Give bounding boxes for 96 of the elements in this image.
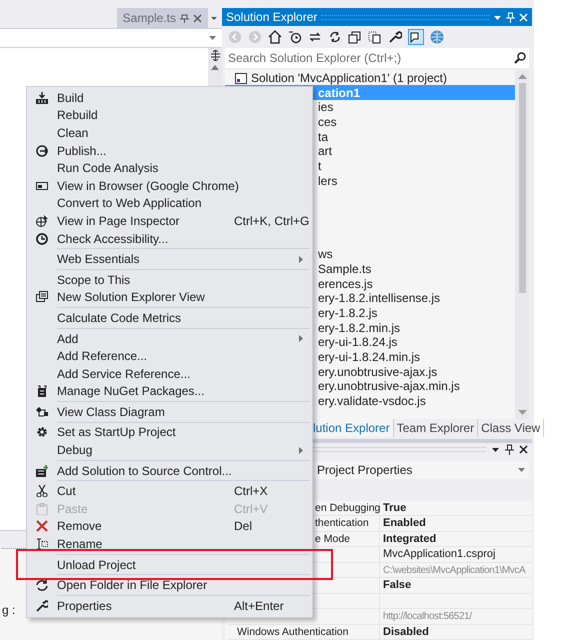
menu-item[interactable]: Calculate Code Metrics [27,309,312,327]
panel-tab[interactable]: Class View [478,418,544,437]
search-field[interactable]: Search Solution Explorer (Ctrl+;) [225,48,529,68]
caret-icon [209,36,216,40]
menu-item[interactable]: Properties Alt+Enter [27,597,312,615]
property-value: MvcApplication1.csproj [383,548,496,560]
panel-title: Solution Explorer [226,9,318,26]
menu-item[interactable]: View in Browser (Google Chrome) [27,176,312,195]
tree-item[interactable]: ery-1.8.2.js [318,306,378,320]
tree-item[interactable]: ery.validate-vsdoc.js [318,394,426,408]
preview-icon[interactable] [408,28,424,45]
tree-item[interactable]: ery-ui-1.8.24.js [318,335,398,350]
menu-item[interactable]: Remove Del [27,518,312,536]
tree-item[interactable]: ces [318,115,337,130]
tree-item[interactable]: Solution 'MvcApplication1' (1 project) [251,71,448,86]
property-name: Windows Authentication [237,626,348,638]
property-value: Integrated [383,532,436,545]
splitter-icon[interactable] [210,50,220,61]
collapse-icon[interactable] [348,30,362,44]
pin-icon [180,14,189,22]
menu-item[interactable]: Debug [27,441,312,459]
tree-scrollbar[interactable] [515,70,529,419]
menu-item[interactable]: Open Folder in File Explorer [27,576,312,594]
remove-x-icon [36,520,48,532]
solution-icon [235,72,247,84]
wrench-icon[interactable] [388,30,402,44]
menu-item[interactable]: Set as StartUp Project [27,424,312,442]
menu-item[interactable]: Clean [27,124,312,142]
menu-item[interactable]: Unload Project [27,556,312,574]
menu-item[interactable]: Add Service Reference... [27,364,312,382]
tree-item[interactable]: ery-1.8.2.min.js [318,320,400,335]
menu-item[interactable]: Scope to This [27,270,312,289]
output-text: g : [2,603,16,617]
sync-arrows-icon[interactable] [308,30,322,44]
property-value: http://localhost:56521/ [383,611,472,622]
windows-icon [36,291,48,304]
property-name: e Mode [315,532,350,545]
menu-item[interactable]: Add Reference... [27,347,312,365]
gear-icon [36,426,48,438]
tree-item[interactable]: ies [318,100,334,114]
tree-item[interactable]: t [318,159,322,174]
refresh-icon[interactable] [328,30,342,44]
browser-window-icon [36,180,48,192]
menu-item[interactable]: Web Essentials [27,250,312,268]
globe-icon[interactable] [430,30,444,44]
class-diagram-icon [36,406,48,418]
menu-item[interactable]: Rebuild [27,106,312,124]
rename-icon [36,538,48,550]
tree-item[interactable]: ery-1.8.2.intellisense.js [318,291,440,306]
build-icon [36,92,48,104]
property-value: C:\websites\MvcApplication1\MvcA [383,564,526,576]
tree-item[interactable]: ery-ui-1.8.24.min.js [318,350,420,364]
tree-item[interactable]: ery.unobtrusive-ajax.min.js [318,379,460,394]
tree-item[interactable]: Sample.ts [318,262,372,276]
property-value: Enabled [383,517,426,530]
clock-icon [36,232,48,245]
history-icon[interactable] [288,30,302,44]
menu-item[interactable]: Rename [27,535,312,553]
dropdown-caret-icon[interactable] [491,445,500,454]
menu-item[interactable]: View in Page Inspector Ctrl+K, Ctrl+G [27,212,312,230]
menu-item[interactable]: Check Accessibility... [27,230,312,248]
menu-item[interactable]: Cut Ctrl+X [27,482,312,500]
clipboard-icon [36,502,48,515]
scroll-up-icon[interactable] [211,65,219,70]
property-value: True [383,502,406,514]
property-value: False [383,579,412,592]
package-icon [36,385,48,398]
menu-item[interactable]: Publish... [27,142,312,160]
wrench-icon [36,600,48,612]
panel-tab[interactable]: Team Explorer [394,418,478,437]
copy-files-icon[interactable] [368,30,382,44]
property-value: Disabled [383,626,429,638]
property-name: thentication [315,517,369,530]
scrollbar-thumb[interactable] [518,82,526,293]
caret-icon [518,468,525,472]
pin-icon[interactable] [505,444,514,456]
menu-item[interactable]: Add [27,330,312,348]
tree-item[interactable]: art [318,144,332,158]
search-icon [514,52,526,64]
home-icon[interactable] [268,30,282,44]
tree-item[interactable]: ery.unobtrusive-ajax.js [318,364,438,379]
menu-item[interactable]: Build [27,89,312,107]
tree-item[interactable]: ws [318,247,333,262]
menu-item[interactable]: New Solution Explorer View [27,288,312,306]
menu-item[interactable]: Convert to Web Application [27,194,312,212]
close-icon[interactable] [519,445,528,454]
tree-item[interactable]: lers [318,174,338,188]
scissors-icon [36,485,48,498]
panel-tab[interactable]: lution Explorer [310,418,394,437]
globe-pointer-icon [36,214,48,227]
menu-item[interactable]: Manage NuGet Packages... [27,382,312,400]
tree-item[interactable]: ta [318,130,328,144]
property-name: en Debugging [315,502,380,514]
tree-item[interactable]: erences.js [318,276,373,291]
menu-item[interactable]: Run Code Analysis [27,159,312,177]
menu-item[interactable]: View Class Diagram [27,403,312,421]
